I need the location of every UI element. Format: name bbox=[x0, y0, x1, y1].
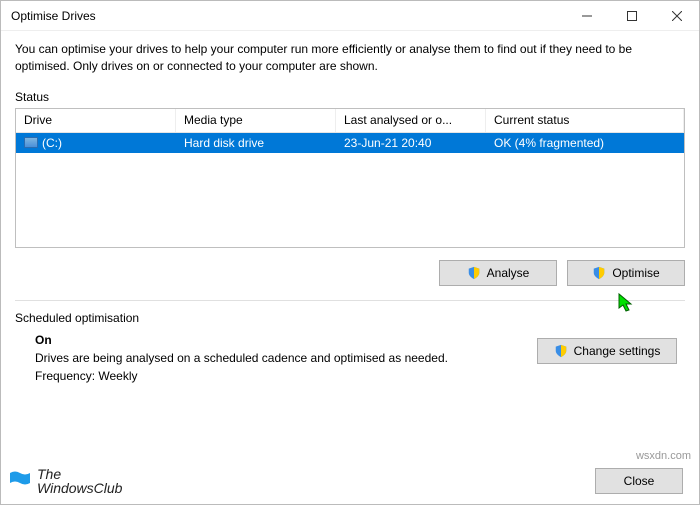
table-row[interactable]: (C:) Hard disk drive 23-Jun-21 20:40 OK … bbox=[16, 133, 684, 153]
optimise-label: Optimise bbox=[612, 266, 659, 280]
list-header: Drive Media type Last analysed or o... C… bbox=[16, 109, 684, 133]
change-settings-wrap: Change settings bbox=[537, 338, 677, 364]
cell-media: Hard disk drive bbox=[176, 136, 336, 150]
titlebar: Optimise Drives bbox=[1, 1, 699, 31]
logo-line1: The bbox=[37, 467, 122, 482]
change-settings-button[interactable]: Change settings bbox=[537, 338, 677, 364]
close-window-button[interactable] bbox=[654, 1, 699, 31]
description-text: You can optimise your drives to help you… bbox=[15, 41, 685, 76]
shield-icon bbox=[592, 266, 606, 280]
logo-line2: WindowsClub bbox=[37, 481, 122, 496]
schedule-label: Scheduled optimisation bbox=[15, 311, 685, 325]
close-bar: Close bbox=[595, 468, 683, 494]
analyse-button[interactable]: Analyse bbox=[439, 260, 557, 286]
col-last[interactable]: Last analysed or o... bbox=[336, 109, 486, 132]
content-area: You can optimise your drives to help you… bbox=[1, 31, 699, 383]
cell-last: 23-Jun-21 20:40 bbox=[336, 136, 486, 150]
action-button-row: Analyse Optimise bbox=[15, 260, 685, 286]
shield-icon bbox=[554, 344, 568, 358]
shield-icon bbox=[467, 266, 481, 280]
drive-icon bbox=[24, 137, 38, 148]
drive-name: (C:) bbox=[42, 136, 62, 150]
status-label: Status bbox=[15, 90, 685, 104]
cell-drive: (C:) bbox=[16, 136, 176, 150]
optimise-button[interactable]: Optimise bbox=[567, 260, 685, 286]
minimize-button[interactable] bbox=[564, 1, 609, 31]
cell-current: OK (4% fragmented) bbox=[486, 136, 684, 150]
close-label: Close bbox=[624, 474, 655, 488]
divider bbox=[15, 300, 685, 301]
col-drive[interactable]: Drive bbox=[16, 109, 176, 132]
site-logo: The WindowsClub bbox=[7, 467, 122, 496]
drive-list: Drive Media type Last analysed or o... C… bbox=[15, 108, 685, 248]
watermark: wsxdn.com bbox=[636, 450, 691, 462]
col-media[interactable]: Media type bbox=[176, 109, 336, 132]
maximize-button[interactable] bbox=[609, 1, 654, 31]
schedule-freq: Frequency: Weekly bbox=[35, 369, 685, 383]
close-button[interactable]: Close bbox=[595, 468, 683, 494]
change-settings-label: Change settings bbox=[574, 344, 661, 358]
flag-icon bbox=[7, 469, 31, 493]
col-current[interactable]: Current status bbox=[486, 109, 684, 132]
window-title: Optimise Drives bbox=[11, 9, 564, 23]
analyse-label: Analyse bbox=[487, 266, 530, 280]
